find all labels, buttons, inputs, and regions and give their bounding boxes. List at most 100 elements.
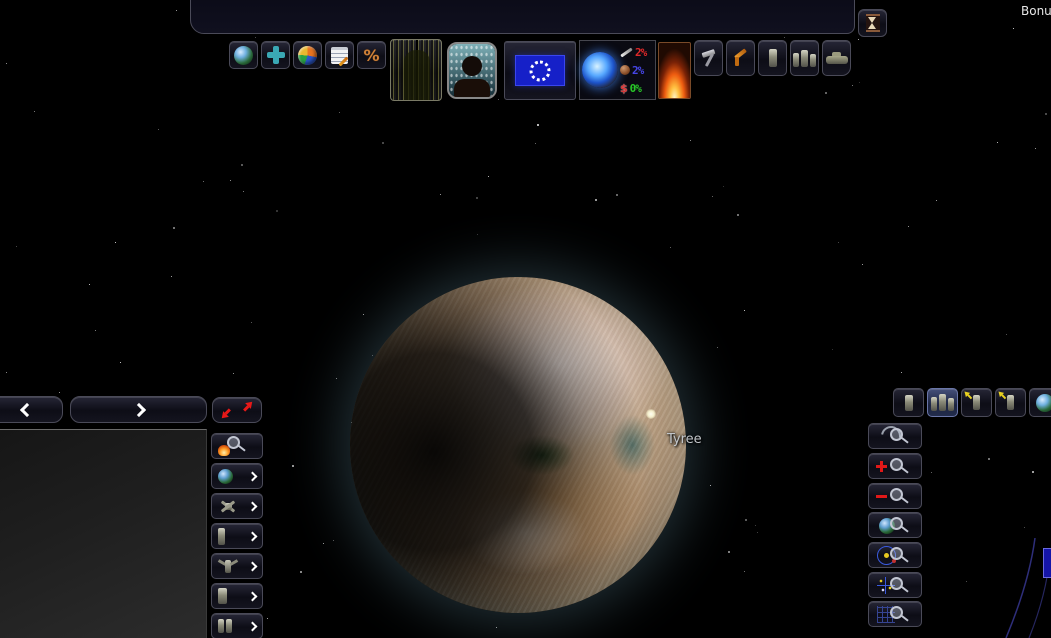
planet-item-button[interactable]: [211, 463, 263, 489]
game-screen: Bonu % 2% 2% $ 0% Tyree: [0, 0, 1051, 638]
construction-button[interactable]: [694, 40, 723, 76]
vehicles-button[interactable]: [822, 40, 851, 76]
log-button[interactable]: [325, 41, 354, 69]
fleet-icon: [931, 394, 954, 411]
zoom-reset-button[interactable]: [868, 422, 922, 450]
plus-icon: [876, 460, 887, 472]
ship-heavy-button[interactable]: [211, 583, 263, 609]
crew-portrait-button[interactable]: [447, 42, 497, 99]
percent-icon: %: [363, 45, 380, 65]
pie-chart-icon: [298, 45, 317, 65]
detail-panel: [0, 429, 207, 638]
ship-transfer-a-button[interactable]: [961, 388, 992, 417]
zoom-grid-button[interactable]: [868, 601, 922, 627]
status-row: 2%: [620, 44, 653, 61]
troop-button[interactable]: [758, 40, 787, 76]
magnifier-icon: [890, 488, 903, 501]
planet-surface-spot: [646, 409, 656, 419]
ore-sphere-icon: [620, 65, 630, 75]
planet-edge-button[interactable]: [1029, 388, 1051, 417]
minimap-marker[interactable]: [1043, 548, 1051, 578]
ship-icon: [904, 394, 913, 411]
transfer-button[interactable]: [212, 397, 262, 423]
chevron-left-icon: [19, 402, 34, 417]
money-icon: $: [620, 81, 628, 95]
statistics-button[interactable]: [293, 41, 322, 69]
ship-icon: [1007, 395, 1014, 410]
race-portrait-button[interactable]: [390, 39, 442, 101]
next-button[interactable]: [70, 396, 207, 423]
chevron-right-icon: [247, 561, 258, 571]
empire-flag-button[interactable]: [504, 41, 576, 100]
chevron-right-icon: [247, 621, 258, 631]
view-combat-button[interactable]: [211, 433, 263, 459]
zoom-in-button[interactable]: [868, 453, 922, 479]
chevron-right-icon: [131, 402, 146, 417]
winged-ship-icon: [218, 558, 238, 574]
chevron-right-icon: [247, 501, 258, 511]
magnifier-icon: [890, 428, 903, 441]
statue-ship-icon: [218, 527, 225, 545]
planet-view-button[interactable]: [229, 41, 258, 69]
status-row: $ 0%: [620, 80, 653, 97]
tank-icon: [825, 52, 848, 64]
status-rows: 2% 2% $ 0%: [620, 44, 653, 97]
empire-status-panel[interactable]: 2% 2% $ 0%: [579, 40, 656, 100]
red-arrow-ne-icon: [240, 398, 256, 414]
ship-single-button[interactable]: [893, 388, 924, 417]
ship-tall-button[interactable]: [211, 523, 263, 549]
status-value-blue: 2%: [632, 63, 644, 77]
zoom-system-button[interactable]: [868, 542, 922, 568]
magnifier-fire-icon: [218, 436, 242, 456]
planet-label: Tyree: [667, 432, 702, 447]
ship-spider-button[interactable]: [211, 493, 263, 519]
human-portrait-icon: [449, 44, 495, 97]
minus-icon: [876, 494, 887, 498]
hammer-icon: [700, 49, 718, 67]
zoom-planet-button[interactable]: [868, 512, 922, 538]
chain-ring-emblem: [529, 60, 551, 81]
chevron-right-icon: [247, 531, 258, 541]
statue-icon: [768, 49, 777, 67]
fleet-group-button[interactable]: [927, 388, 958, 417]
chevron-right-icon: [247, 471, 258, 481]
magnifier-icon: [890, 606, 903, 619]
mech-group-icon: [218, 619, 232, 633]
population-button[interactable]: [790, 40, 819, 76]
hourglass-icon: [865, 14, 880, 32]
spider-ship-icon: [218, 498, 238, 514]
ship-icon: [973, 395, 980, 410]
zoom-out-button[interactable]: [868, 483, 922, 509]
odds-button[interactable]: %: [357, 41, 386, 69]
statue-ship-icon: [218, 588, 227, 604]
magnifier-icon: [890, 458, 903, 471]
magnifier-icon: [890, 547, 903, 560]
magnifier-icon: [890, 577, 903, 590]
energy-flare-icon: [659, 43, 690, 98]
red-arrow-sw-icon: [218, 406, 234, 422]
zoom-sector-button[interactable]: [868, 572, 922, 598]
energy-button[interactable]: [658, 42, 691, 99]
movement-button[interactable]: [261, 41, 290, 69]
planet-icon: [1035, 393, 1051, 412]
prev-button[interactable]: [0, 396, 63, 423]
status-value-red: 2%: [635, 45, 647, 59]
message-bar[interactable]: [190, 0, 855, 34]
mining-button[interactable]: [726, 40, 755, 76]
magnifier-icon: [890, 517, 903, 530]
mech-group-button[interactable]: [211, 613, 263, 638]
orbit-lines: [1005, 538, 1051, 638]
alien-portrait-icon: [391, 40, 441, 100]
planet-icon: [234, 45, 253, 65]
ship-transfer-b-button[interactable]: [995, 388, 1026, 417]
status-value-green: 0%: [629, 81, 642, 95]
ship-winged-button[interactable]: [211, 553, 263, 579]
tool-icon: [620, 47, 633, 57]
end-turn-button[interactable]: [858, 9, 887, 37]
bonus-label: Bonu: [1021, 4, 1051, 18]
statue-group-icon: [793, 49, 816, 67]
move-cross-icon: [266, 46, 285, 64]
planet-tyree[interactable]: [350, 277, 686, 613]
notepad-icon: [331, 46, 348, 64]
chevron-right-icon: [247, 591, 258, 601]
